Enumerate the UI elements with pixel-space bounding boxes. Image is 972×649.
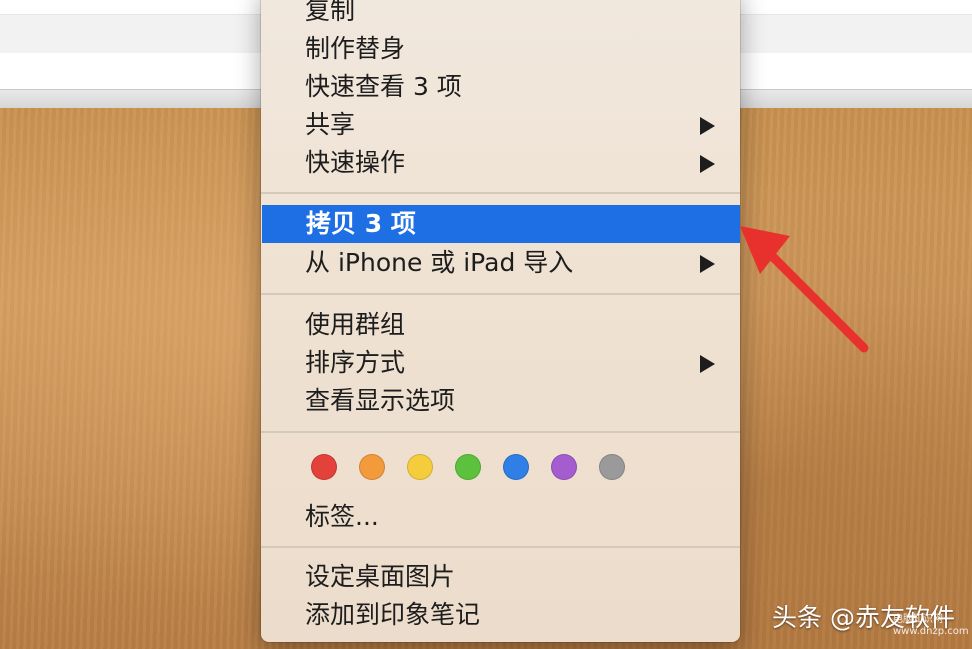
purple-tag-dot[interactable] bbox=[551, 454, 577, 480]
menu-item-label: 添加到印象笔记 bbox=[305, 600, 481, 629]
submenu-arrow-icon bbox=[700, 255, 715, 273]
menu-item-share[interactable]: 共享 bbox=[261, 106, 740, 144]
menu-item-label: 快速操作 bbox=[305, 148, 406, 177]
tag-color-row bbox=[311, 454, 631, 482]
menu-item-add-to-evernote[interactable]: 添加到印象笔记 bbox=[261, 596, 740, 634]
green-tag-dot[interactable] bbox=[455, 454, 481, 480]
menu-item-label: 排序方式 bbox=[305, 348, 406, 377]
menu-item-label: 拷贝 3 项 bbox=[306, 209, 416, 238]
watermark-site-url: www.dnzp.com bbox=[893, 626, 969, 637]
gray-tag-dot[interactable] bbox=[599, 454, 625, 480]
menu-item-label: 查看显示选项 bbox=[305, 386, 456, 415]
menu-item-show-view-options[interactable]: 查看显示选项 bbox=[261, 382, 740, 420]
menu-separator bbox=[261, 293, 740, 295]
menu-item-copy[interactable]: 复制 bbox=[261, 0, 740, 30]
blue-tag-dot[interactable] bbox=[503, 454, 529, 480]
context-menu: 复制 制作替身 快速查看 3 项 共享 快速操作 拷贝 3 项 从 iPhone… bbox=[261, 0, 740, 642]
menu-item-tags[interactable]: 标签... bbox=[261, 498, 740, 536]
watermark-site-name: 电脑知识网 bbox=[893, 614, 943, 625]
menu-item-quick-look[interactable]: 快速查看 3 项 bbox=[261, 68, 740, 106]
menu-item-label: 从 iPhone 或 iPad 导入 bbox=[305, 248, 574, 277]
annotation-arrow-icon bbox=[740, 226, 869, 353]
menu-item-label: 标签... bbox=[305, 502, 379, 531]
menu-item-label: 快速查看 3 项 bbox=[305, 72, 462, 101]
yellow-tag-dot[interactable] bbox=[407, 454, 433, 480]
menu-item-quick-actions[interactable]: 快速操作 bbox=[261, 144, 740, 182]
menu-separator bbox=[261, 431, 740, 433]
menu-item-sort-by[interactable]: 排序方式 bbox=[261, 344, 740, 382]
menu-item-copy-3-items[interactable]: 拷贝 3 项 bbox=[262, 205, 740, 243]
menu-item-make-alias[interactable]: 制作替身 bbox=[261, 30, 740, 68]
orange-tag-dot[interactable] bbox=[359, 454, 385, 480]
menu-item-label: 使用群组 bbox=[305, 310, 406, 339]
red-tag-dot[interactable] bbox=[311, 454, 337, 480]
menu-item-set-desktop-picture[interactable]: 设定桌面图片 bbox=[261, 558, 740, 596]
submenu-arrow-icon bbox=[700, 355, 715, 373]
submenu-arrow-icon bbox=[700, 155, 715, 173]
menu-item-label: 复制 bbox=[305, 0, 356, 25]
submenu-arrow-icon bbox=[700, 117, 715, 135]
menu-item-label: 制作替身 bbox=[305, 34, 406, 63]
menu-item-label: 共享 bbox=[305, 110, 356, 139]
menu-separator bbox=[261, 546, 740, 548]
menu-item-label: 设定桌面图片 bbox=[305, 562, 456, 591]
menu-item-import-from-iphone[interactable]: 从 iPhone 或 iPad 导入 bbox=[261, 244, 740, 282]
menu-separator bbox=[261, 192, 740, 194]
watermark-site: 电脑知识网 www.dnzp.com bbox=[893, 614, 969, 638]
menu-item-use-groups[interactable]: 使用群组 bbox=[261, 306, 740, 344]
